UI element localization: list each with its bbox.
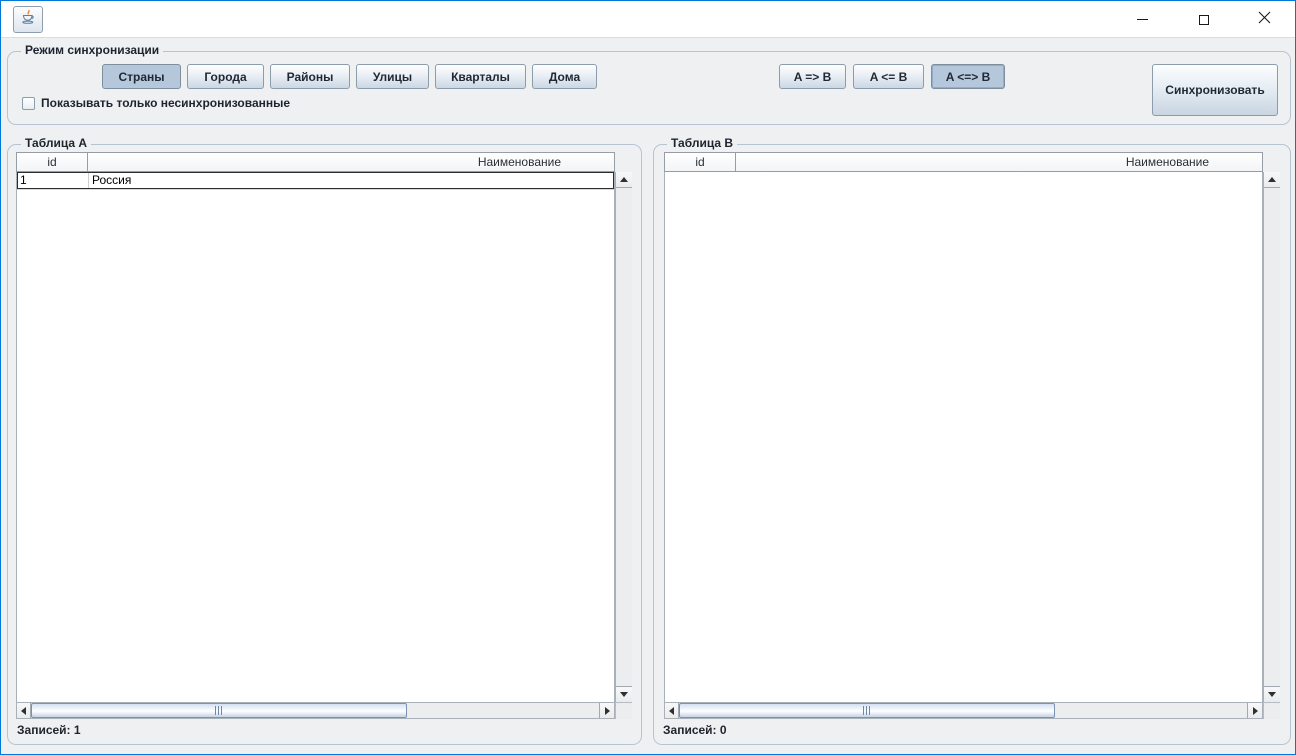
table-a-vertical-scrollbar[interactable] xyxy=(615,172,632,702)
app-window: Режим синхронизации Страны Города Районы… xyxy=(0,0,1296,755)
table-a-header: id Наименование xyxy=(16,152,615,172)
mode-button-districts[interactable]: Районы xyxy=(270,64,350,89)
arrow-left-icon xyxy=(21,707,26,715)
sync-mode-panel: Режим синхронизации Страны Города Районы… xyxy=(7,51,1291,125)
minimize-button[interactable] xyxy=(1112,1,1173,38)
window-controls xyxy=(1112,1,1295,38)
scrollbar-grip-icon xyxy=(215,706,223,715)
table-a-record-count: Записей: 1 xyxy=(17,723,81,737)
table-b: id Наименование xyxy=(664,152,1280,719)
maximize-icon xyxy=(1199,15,1209,25)
java-coffee-cup-icon xyxy=(20,9,36,30)
titlebar[interactable] xyxy=(1,1,1295,38)
entity-mode-buttons: Страны Города Районы Улицы Кварталы Дома xyxy=(102,64,597,89)
arrow-down-icon xyxy=(620,692,628,697)
table-a: id Наименование 1 Россия xyxy=(16,152,632,719)
column-header-name[interactable]: Наименование xyxy=(735,152,1263,172)
dir-button-a-to-b[interactable]: A => B xyxy=(779,64,846,89)
horizontal-scrollbar-thumb[interactable] xyxy=(31,703,407,718)
table-a-title: Таблица A xyxy=(21,136,91,151)
arrow-up-icon xyxy=(1268,177,1276,182)
scroll-left-button[interactable] xyxy=(17,703,31,718)
minimize-icon xyxy=(1137,19,1148,20)
mode-button-countries[interactable]: Страны xyxy=(102,64,181,89)
table-a-panel: Таблица A id Наименование 1 Россия xyxy=(7,144,642,745)
direction-buttons: A => B A <= B A <=> B xyxy=(779,64,1005,89)
app-menu-button[interactable] xyxy=(13,6,43,33)
table-b-viewport[interactable] xyxy=(664,172,1263,702)
scrollbar-corner xyxy=(1263,702,1280,719)
close-button[interactable] xyxy=(1234,1,1295,38)
scroll-down-button[interactable] xyxy=(616,686,632,702)
scrollbar-corner xyxy=(615,702,632,719)
scroll-left-button[interactable] xyxy=(665,703,679,718)
table-a-viewport[interactable]: 1 Россия xyxy=(16,172,615,702)
cell-id[interactable]: 1 xyxy=(18,173,89,188)
scrollbar-grip-icon xyxy=(863,706,871,715)
scroll-down-button[interactable] xyxy=(1264,686,1280,702)
arrow-down-icon xyxy=(1268,692,1276,697)
table-b-vertical-scrollbar[interactable] xyxy=(1263,172,1280,702)
horizontal-scrollbar-thumb[interactable] xyxy=(679,703,1055,718)
column-header-id[interactable]: id xyxy=(664,152,736,172)
scroll-up-button[interactable] xyxy=(616,172,632,188)
scroll-right-button[interactable] xyxy=(1247,703,1262,718)
dir-button-bidirectional[interactable]: A <=> B xyxy=(931,64,1005,89)
arrow-up-icon xyxy=(620,177,628,182)
table-b-title: Таблица B xyxy=(667,136,737,151)
checkbox-unchecked-icon[interactable] xyxy=(22,97,35,110)
table-b-header: id Наименование xyxy=(664,152,1263,172)
synchronize-button[interactable]: Синхронизовать xyxy=(1152,64,1278,116)
arrow-right-icon xyxy=(605,707,610,715)
table-a-horizontal-scrollbar[interactable] xyxy=(16,702,615,719)
mode-button-streets[interactable]: Улицы xyxy=(356,64,429,89)
mode-button-blocks[interactable]: Кварталы xyxy=(435,64,526,89)
column-header-name[interactable]: Наименование xyxy=(87,152,615,172)
cell-name[interactable]: Россия xyxy=(89,173,613,188)
maximize-button[interactable] xyxy=(1173,1,1234,38)
dir-button-b-to-a[interactable]: A <= B xyxy=(853,64,924,89)
table-b-panel: Таблица B id Наименование xyxy=(653,144,1291,745)
sync-mode-panel-title: Режим синхронизации xyxy=(21,43,163,58)
unsynced-only-checkbox-row[interactable]: Показывать только несинхронизованные xyxy=(22,96,290,110)
column-header-id[interactable]: id xyxy=(16,152,88,172)
table-b-horizontal-scrollbar[interactable] xyxy=(664,702,1263,719)
arrow-right-icon xyxy=(1253,707,1258,715)
unsynced-only-checkbox-label: Показывать только несинхронизованные xyxy=(41,96,290,110)
mode-button-cities[interactable]: Города xyxy=(187,64,264,89)
table-b-record-count: Записей: 0 xyxy=(663,723,727,737)
close-icon xyxy=(1258,11,1271,29)
mode-button-houses[interactable]: Дома xyxy=(532,64,597,89)
table-row[interactable]: 1 Россия xyxy=(17,172,614,189)
scroll-right-button[interactable] xyxy=(599,703,614,718)
scroll-up-button[interactable] xyxy=(1264,172,1280,188)
arrow-left-icon xyxy=(669,707,674,715)
